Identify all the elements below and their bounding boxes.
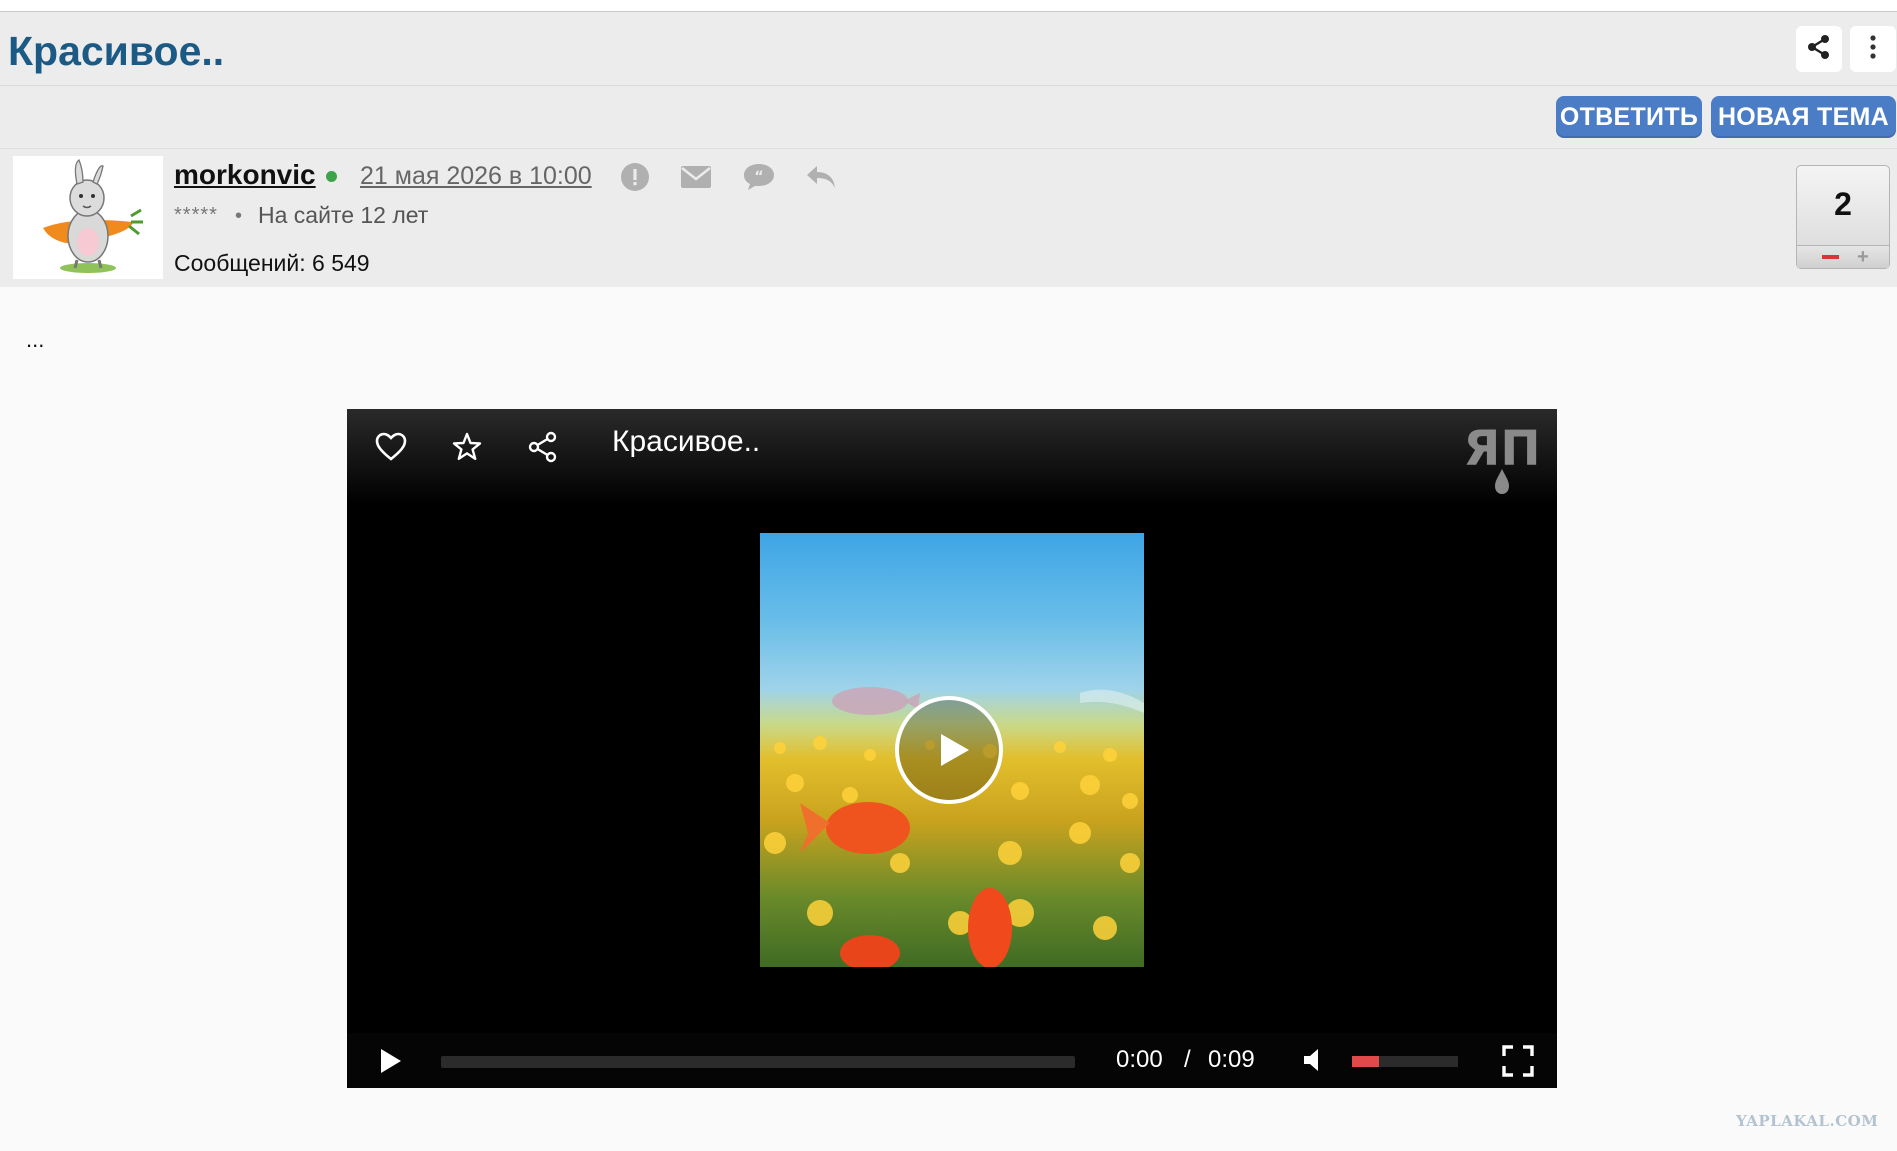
- time-on-site: На сайте 12 лет: [258, 202, 429, 228]
- message-count-label: Сообщений:: [174, 250, 306, 276]
- play-icon[interactable]: [375, 1046, 405, 1076]
- site-watermark: YAPLAKAL.COM: [1736, 1112, 1879, 1130]
- rating-value: 2: [1834, 186, 1852, 222]
- rating-plus-button[interactable]: +: [1857, 247, 1869, 267]
- share-icon[interactable]: [523, 427, 563, 467]
- yp-logo: ЯП: [1457, 421, 1547, 501]
- svg-text:“: “: [754, 169, 763, 185]
- post-date-link[interactable]: 21 мая 2026 в 10:00: [360, 162, 592, 191]
- new-topic-button[interactable]: НОВАЯ ТЕМА: [1711, 96, 1896, 138]
- topic-title-bar: Красивое..: [0, 12, 1897, 86]
- message-count-value: 6 549: [312, 250, 370, 276]
- report-icon[interactable]: [618, 160, 652, 194]
- volume-level: [1352, 1056, 1379, 1067]
- username-link[interactable]: morkonvic: [174, 159, 316, 191]
- video-frame[interactable]: [760, 533, 1144, 967]
- separator-bullet: •: [235, 205, 243, 227]
- share-icon: [1806, 34, 1832, 65]
- heart-icon[interactable]: [371, 427, 411, 467]
- post-rating: 2 +: [1796, 165, 1890, 269]
- star-icon[interactable]: [447, 427, 487, 467]
- duration: 0:09: [1208, 1046, 1255, 1073]
- volume-icon[interactable]: [1300, 1045, 1330, 1075]
- user-rank-stars: *****: [174, 204, 218, 226]
- player-controls: 0:00 / 0:09: [347, 1033, 1557, 1088]
- topic-actions-bar: ОТВЕТИТЬ НОВАЯ ТЕМА: [0, 86, 1897, 149]
- message-count: Сообщений: 6 549: [174, 250, 370, 277]
- more-options-button[interactable]: [1850, 26, 1896, 72]
- big-play-button[interactable]: [895, 696, 1003, 804]
- more-vertical-icon: [1868, 34, 1878, 65]
- post-header: morkonvic 21 мая 2026 в 10:00 “ ***** • …: [0, 149, 1897, 287]
- share-button[interactable]: [1796, 26, 1842, 72]
- post-text: ...: [26, 327, 45, 352]
- fullscreen-icon[interactable]: [1502, 1045, 1534, 1077]
- top-border: [0, 0, 1897, 12]
- seek-bar[interactable]: [441, 1056, 1075, 1068]
- quote-icon[interactable]: “: [742, 160, 776, 194]
- mail-icon[interactable]: [679, 160, 713, 194]
- volume-slider[interactable]: [1352, 1056, 1458, 1067]
- reply-icon[interactable]: [804, 160, 838, 194]
- current-time: 0:00: [1116, 1046, 1163, 1073]
- reply-button[interactable]: ОТВЕТИТЬ: [1556, 96, 1702, 138]
- rating-minus-button[interactable]: [1822, 255, 1839, 259]
- video-player[interactable]: Красивое.. ЯП 0:00 / 0:09: [347, 409, 1557, 1088]
- page-title: Красивое..: [8, 28, 225, 74]
- avatar[interactable]: [13, 156, 163, 279]
- video-title: Красивое..: [612, 425, 761, 458]
- svg-text:ЯП: ЯП: [1463, 421, 1540, 477]
- rating-controls: +: [1797, 245, 1889, 268]
- player-top-bar: Красивое.. ЯП: [347, 409, 1557, 505]
- time-separator: /: [1184, 1046, 1191, 1073]
- online-status-indicator: [326, 171, 337, 182]
